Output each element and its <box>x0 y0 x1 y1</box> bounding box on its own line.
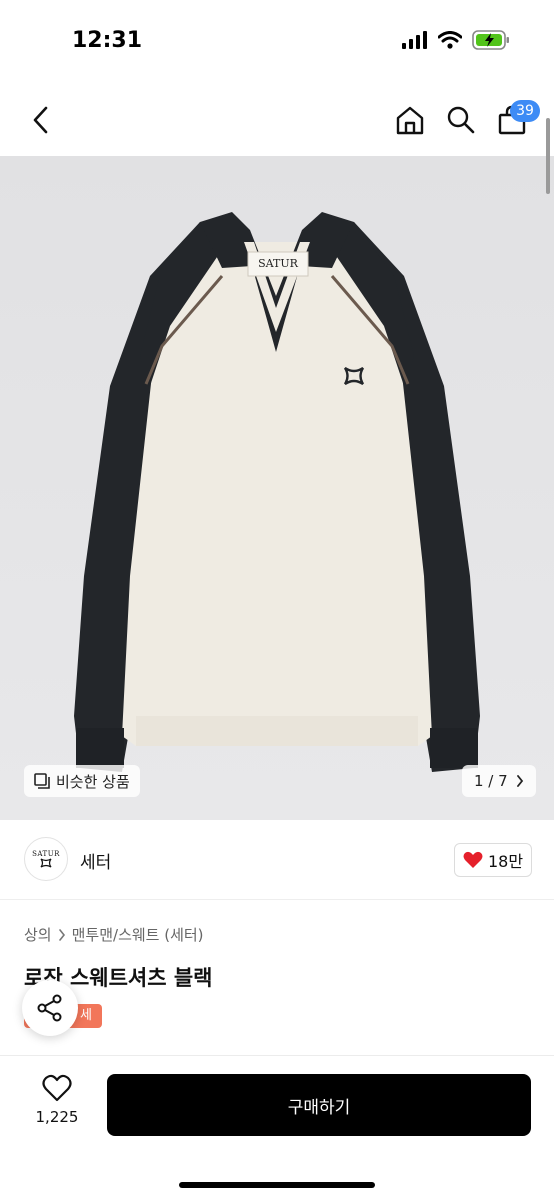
back-button[interactable] <box>22 100 58 140</box>
breadcrumb: 상의 맨투맨/스웨트 (세터) <box>24 924 204 945</box>
breadcrumb-subcategory[interactable]: 맨투맨/스웨트 (세터) <box>72 924 204 945</box>
cellular-signal-icon <box>402 31 427 49</box>
chevron-right-icon <box>516 775 523 787</box>
neck-label-text: SATUR <box>258 257 298 270</box>
status-time: 12:31 <box>72 28 143 53</box>
wishlist-button[interactable]: 1,225 <box>28 1074 86 1144</box>
heart-outline-icon <box>42 1074 72 1102</box>
home-icon <box>396 106 424 135</box>
brand-like-button[interactable]: 18만 <box>454 843 532 877</box>
share-button[interactable] <box>22 980 78 1036</box>
buy-button[interactable]: 구매하기 <box>107 1074 531 1136</box>
search-button[interactable] <box>441 100 481 140</box>
similar-products-icon <box>34 773 50 789</box>
brand-row[interactable]: SATUR 세터 18만 <box>0 820 554 900</box>
brand-name[interactable]: 세터 <box>80 848 111 873</box>
status-icons <box>402 30 510 50</box>
chevron-left-icon <box>33 106 48 134</box>
search-icon <box>447 106 475 134</box>
similar-products-button[interactable]: 비슷한 상품 <box>24 765 140 797</box>
brand-logo[interactable]: SATUR <box>24 837 68 881</box>
heart-filled-icon <box>463 851 483 868</box>
home-indicator <box>179 1182 375 1188</box>
sweater-illustration <box>0 156 554 820</box>
brand-emblem-icon <box>40 858 52 868</box>
battery-charging-icon <box>472 30 509 50</box>
page-indicator-text: 1 / 7 <box>474 772 508 790</box>
brand-logo-text: SATUR <box>32 850 60 858</box>
status-bar: 12:31 <box>0 0 554 84</box>
brand-like-count: 18만 <box>487 852 524 871</box>
breadcrumb-chevron-icon <box>58 928 65 941</box>
product-image[interactable]: SATUR <box>0 156 554 820</box>
bottom-action-bar: 1,225 구매하기 <box>0 1055 554 1200</box>
nav-bar <box>0 84 554 156</box>
cart-count-badge: 39 <box>510 100 540 122</box>
breadcrumb-category[interactable]: 상의 <box>24 924 52 945</box>
home-button[interactable] <box>390 100 430 140</box>
share-icon <box>37 994 62 1022</box>
scroll-indicator <box>546 118 550 194</box>
wifi-icon <box>438 31 462 49</box>
image-page-indicator[interactable]: 1 / 7 <box>462 765 536 797</box>
similar-products-label: 비슷한 상품 <box>56 772 130 791</box>
wishlist-count: 1,225 <box>35 1108 79 1126</box>
